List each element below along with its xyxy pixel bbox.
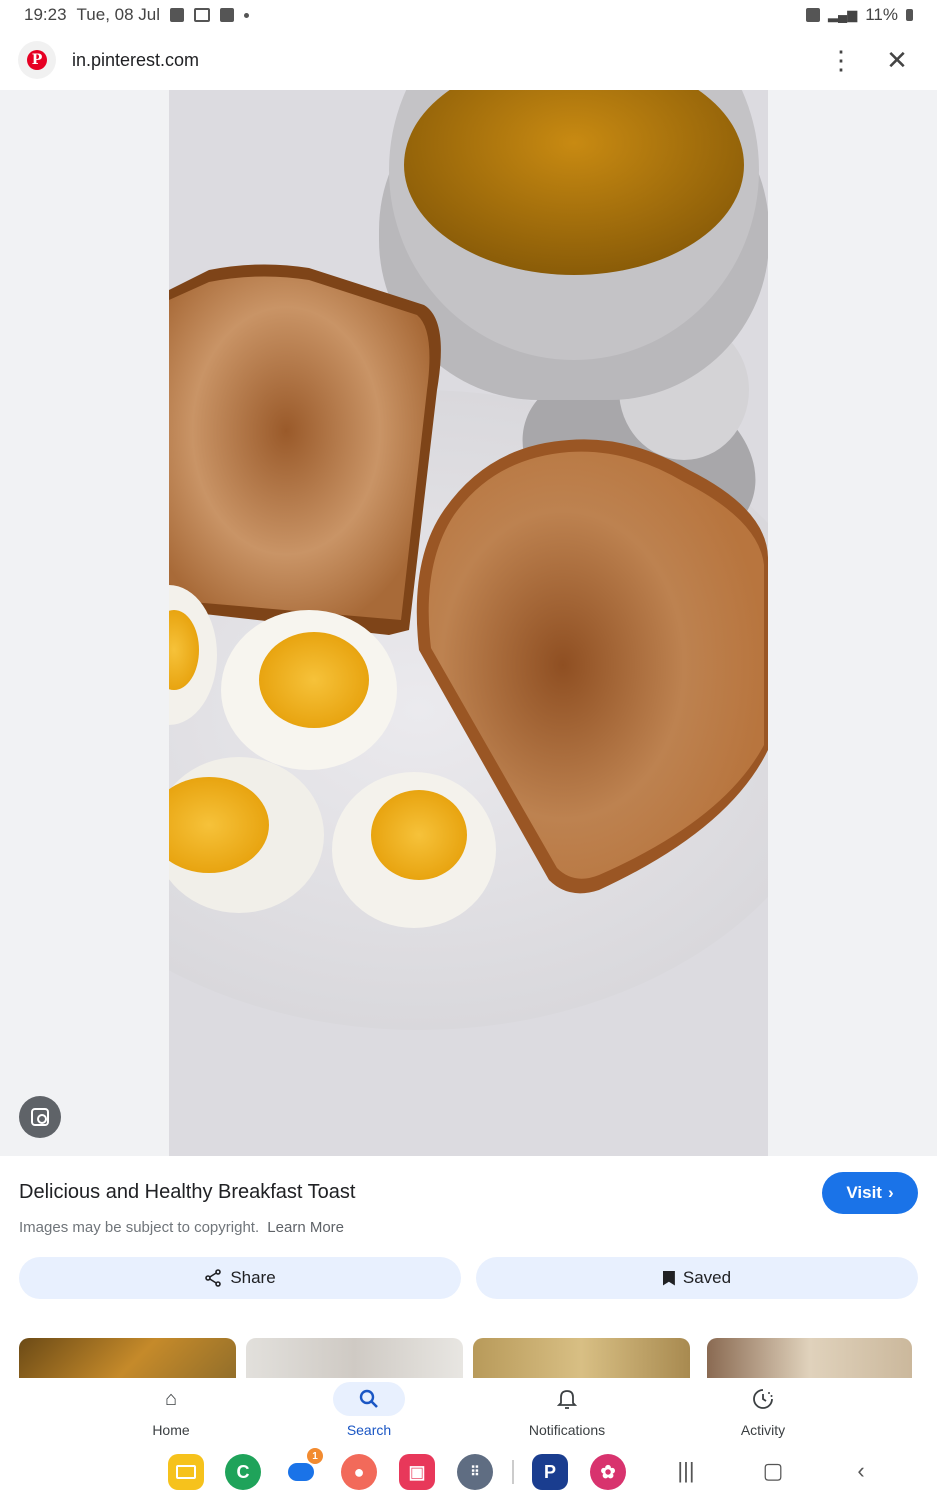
bell-icon: [531, 1382, 603, 1416]
visit-button[interactable]: Visit ›: [822, 1172, 918, 1214]
nav-activity-label: Activity: [740, 1422, 786, 1438]
related-images: [0, 1336, 937, 1378]
photo-illustration: [169, 90, 768, 1156]
more-options-icon[interactable]: ⋮: [819, 38, 863, 82]
status-time: 19:23: [24, 5, 67, 24]
breakfast-photo[interactable]: [169, 90, 768, 1156]
battery-icon: [906, 9, 913, 21]
app-drawer-icon[interactable]: ⠿: [457, 1454, 493, 1490]
lens-icon: [31, 1108, 49, 1126]
result-info: Delicious and Healthy Breakfast Toast Vi…: [0, 1156, 937, 1336]
system-taskbar: C 1 ● ▣ ⠿ P ✿ ||| ▢ ‹: [0, 1448, 937, 1500]
learn-more-link[interactable]: Learn More: [267, 1219, 344, 1236]
nav-search-label: Search: [346, 1422, 392, 1438]
related-image[interactable]: [246, 1338, 463, 1378]
phone-app-icon[interactable]: C: [225, 1454, 261, 1490]
nav-search[interactable]: Search: [309, 1382, 429, 1446]
pinterest-logo-icon: P: [27, 50, 47, 70]
status-bar: 19:23 Tue, 08 Jul ▂▄▆ 11%: [0, 0, 937, 30]
nav-notifications-label: Notifications: [528, 1422, 606, 1438]
visit-label: Visit: [846, 1183, 882, 1202]
result-title: Delicious and Healthy Breakfast Toast: [19, 1181, 356, 1203]
gmail-icon: [194, 8, 211, 22]
recent-apps-icon[interactable]: |||: [671, 1456, 701, 1486]
messages-badge: 1: [307, 1448, 323, 1464]
nav-notifications[interactable]: Notifications: [507, 1382, 627, 1446]
messages-app-icon[interactable]: 1: [283, 1448, 323, 1490]
nav-home[interactable]: ⌂ Home: [111, 1382, 231, 1446]
site-favicon: P: [18, 41, 56, 79]
battery-level: 11%: [865, 5, 898, 24]
camera-app-icon[interactable]: ▣: [399, 1454, 435, 1490]
facebook-icon: [220, 8, 235, 22]
bookmark-icon: [662, 1270, 675, 1286]
share-label: Share: [230, 1268, 276, 1287]
copyright-text: Images may be subject to copyright.: [19, 1219, 260, 1236]
image-viewer: [0, 90, 937, 1156]
copyright-notice: Images may be subject to copyright. Lear…: [19, 1219, 344, 1236]
contacts-app-icon[interactable]: ●: [341, 1454, 377, 1490]
status-date: Tue, 08 Jul: [76, 5, 161, 24]
pinterest-app-icon[interactable]: P: [532, 1454, 568, 1490]
signal-icon: ▂▄▆: [828, 7, 858, 22]
gallery-app-icon[interactable]: ✿: [590, 1454, 626, 1490]
chevron-right-icon: ›: [887, 1183, 894, 1202]
close-icon[interactable]: ✕: [875, 38, 919, 82]
related-image[interactable]: [19, 1338, 236, 1378]
related-image[interactable]: [707, 1338, 912, 1378]
home-icon: ⌂: [164, 1387, 178, 1410]
bottom-navigation: ⌂ Home Search Notifications Activity: [0, 1378, 937, 1448]
notification-icon: [170, 8, 185, 22]
related-image[interactable]: [473, 1338, 690, 1378]
saved-label: Saved: [682, 1268, 732, 1287]
home-button-icon[interactable]: ▢: [758, 1456, 788, 1486]
activity-icon: [727, 1382, 799, 1416]
lock-icon: [806, 8, 821, 22]
nav-home-label: Home: [152, 1422, 190, 1438]
share-button[interactable]: Share: [19, 1257, 461, 1299]
nav-activity[interactable]: Activity: [703, 1382, 823, 1446]
page-url[interactable]: in.pinterest.com: [72, 50, 807, 71]
url-bar: P in.pinterest.com ⋮ ✕: [0, 30, 937, 90]
search-icon: [333, 1382, 405, 1416]
more-notifications-icon: [244, 12, 250, 18]
files-app-icon[interactable]: [168, 1454, 204, 1490]
lens-search-button[interactable]: [19, 1096, 61, 1138]
taskbar-divider: [512, 1460, 514, 1484]
back-icon[interactable]: ‹: [846, 1456, 876, 1486]
share-icon: [205, 1269, 222, 1287]
saved-button[interactable]: Saved: [476, 1257, 918, 1299]
